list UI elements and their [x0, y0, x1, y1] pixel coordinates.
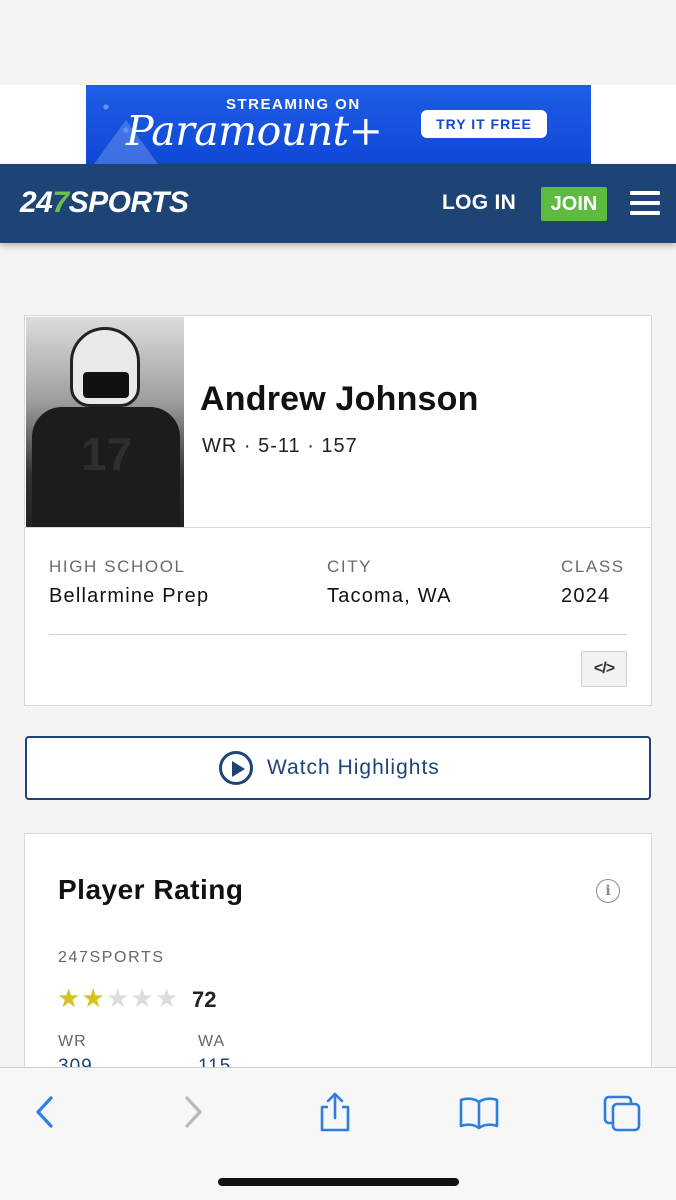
paramount-ad[interactable]: STREAMING ON Paramount+ TRY IT FREE — [86, 85, 591, 165]
star-empty-icon: ★ — [130, 983, 154, 1013]
ad-cta-button[interactable]: TRY IT FREE — [421, 110, 547, 138]
logo-suffix: SPORTS — [68, 186, 189, 219]
divider — [25, 527, 651, 528]
player-card: 17 Andrew Johnson WR · 5-11 · 157 HIGH S… — [24, 315, 652, 706]
class-label: CLASS — [561, 557, 625, 576]
city-value: Tacoma, WA — [327, 585, 452, 607]
site-logo[interactable]: 247SPORTS — [20, 186, 189, 220]
ad-band: STREAMING ON Paramount+ TRY IT FREE — [0, 85, 676, 165]
tabs-icon[interactable] — [602, 1092, 642, 1132]
forward-icon[interactable] — [180, 1092, 206, 1132]
player-name: Andrew Johnson — [200, 380, 479, 418]
page: STREAMING ON Paramount+ TRY IT FREE 247S… — [0, 0, 676, 1200]
position-rank-label: WR — [58, 1033, 87, 1050]
watch-highlights-button[interactable]: Watch Highlights — [25, 736, 651, 800]
star-empty-icon: ★ — [155, 983, 179, 1013]
hamburger-icon[interactable] — [630, 191, 660, 215]
logo-seven: 7 — [52, 186, 69, 219]
divider — [49, 634, 627, 635]
star-filled-icon: ★ — [81, 983, 105, 1013]
star-rating: ★ ★ ★ ★ ★ — [57, 984, 180, 1012]
site-header: 247SPORTS LOG IN JOIN — [0, 164, 676, 243]
player-meta: WR · 5-11 · 157 — [202, 435, 358, 457]
info-icon[interactable]: i — [596, 879, 620, 903]
rating-score: 72 — [192, 987, 217, 1012]
star-empty-icon: ★ — [106, 983, 130, 1013]
play-circle-icon — [219, 751, 253, 785]
watch-highlights-label: Watch Highlights — [267, 756, 440, 779]
player-photo: 17 — [26, 317, 184, 527]
bookmarks-icon[interactable] — [458, 1092, 500, 1132]
login-link[interactable]: LOG IN — [442, 191, 516, 215]
rating-source: 247SPORTS — [58, 949, 165, 966]
join-button[interactable]: JOIN — [541, 187, 607, 221]
rating-title: Player Rating — [58, 874, 244, 905]
embed-code-button[interactable]: </> — [581, 651, 627, 687]
city-label: CITY — [327, 557, 373, 576]
star-filled-icon: ★ — [57, 983, 81, 1013]
class-value: 2024 — [561, 585, 611, 607]
logo-prefix: 24 — [20, 186, 53, 219]
high-school-label: HIGH SCHOOL — [49, 557, 186, 576]
ad-brand-logo: Paramount+ — [126, 107, 383, 155]
state-rank-label: WA — [198, 1033, 226, 1050]
share-icon[interactable] — [316, 1092, 354, 1132]
home-indicator — [218, 1178, 459, 1186]
high-school-value: Bellarmine Prep — [49, 585, 210, 607]
back-icon[interactable] — [32, 1092, 58, 1132]
